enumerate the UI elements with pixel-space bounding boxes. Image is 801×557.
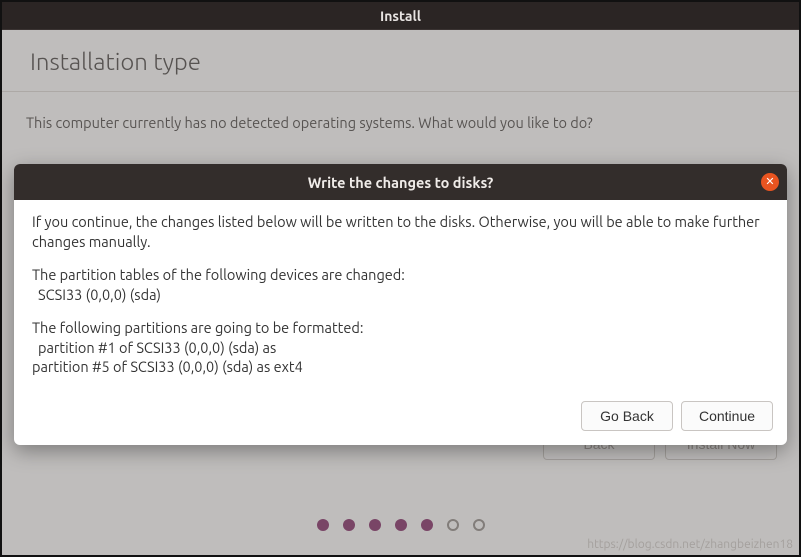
format-heading: The following partitions are going to be… <box>32 319 363 336</box>
dialog-body: If you continue, the changes listed belo… <box>14 200 787 397</box>
confirm-dialog: Write the changes to disks? ✕ If you con… <box>14 164 787 445</box>
partition-tables-heading: The partition tables of the following de… <box>32 266 405 283</box>
dialog-button-row: Go Back Continue <box>14 397 787 445</box>
go-back-button[interactable]: Go Back <box>581 401 673 431</box>
format-block: The following partitions are going to be… <box>32 318 769 377</box>
partition-tables-list: SCSI33 (0,0,0) (sda) <box>32 286 161 303</box>
partition-tables-block: The partition tables of the following de… <box>32 265 769 304</box>
window-title: Install <box>380 8 421 24</box>
format-list: partition #1 of SCSI33 (0,0,0) (sda) asp… <box>32 339 303 376</box>
dialog-title: Write the changes to disks? <box>308 174 494 191</box>
close-icon[interactable]: ✕ <box>761 173 779 191</box>
dialog-intro: If you continue, the changes listed belo… <box>32 212 769 251</box>
window-titlebar: Install <box>2 2 799 30</box>
dialog-titlebar: Write the changes to disks? ✕ <box>14 164 787 200</box>
continue-button[interactable]: Continue <box>681 401 773 431</box>
